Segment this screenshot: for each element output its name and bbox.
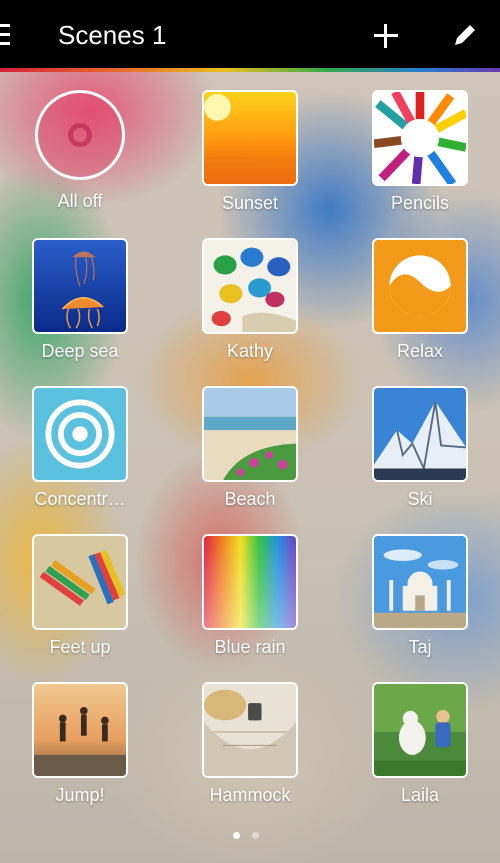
power-off-icon [35, 90, 125, 180]
dog-image [372, 682, 468, 778]
scene-label: Sunset [221, 193, 279, 213]
scene-tile-relax[interactable]: Relax [355, 238, 485, 362]
scene-tile-taj[interactable]: Taj [355, 534, 485, 658]
scene-label: Relax [396, 341, 444, 361]
scene-tile-concentrate[interactable]: Concentr… [15, 386, 145, 510]
mountain-image [372, 386, 468, 482]
scene-tile-sunset[interactable]: Sunset [185, 90, 315, 214]
handprints-image [202, 238, 298, 334]
jellyfish-image [32, 238, 128, 334]
scene-label: Laila [400, 785, 440, 805]
scene-tile-beach[interactable]: Beach [185, 386, 315, 510]
scene-tile-deep-sea[interactable]: Deep sea [15, 238, 145, 362]
scene-label: Ski [407, 489, 433, 509]
scene-label: Concentr… [34, 489, 126, 509]
taj-image [372, 534, 468, 630]
scene-label: Hammock [209, 785, 291, 805]
page-indicator [233, 826, 271, 844]
hammock-image [202, 682, 298, 778]
feet-up-image [32, 534, 128, 630]
scene-tile-all-off[interactable]: All off [15, 90, 145, 212]
relax-icon [372, 238, 468, 334]
scene-label: Deep sea [41, 341, 119, 361]
scene-label: Feet up [49, 637, 111, 657]
scene-label: Beach [224, 489, 276, 509]
scene-label: Blue rain [214, 637, 286, 657]
scene-tile-hammock[interactable]: Hammock [185, 682, 315, 806]
scene-tile-laila[interactable]: Laila [355, 682, 485, 806]
page-dot-active[interactable] [233, 832, 240, 839]
scene-label: Jump! [55, 785, 105, 805]
scene-label: Kathy [226, 341, 274, 361]
scene-tile-ski[interactable]: Ski [355, 386, 485, 510]
beach-image [202, 386, 298, 482]
jump-image [32, 682, 128, 778]
scene-label: All off [57, 191, 103, 211]
concentrate-icon [32, 386, 128, 482]
scene-label: Taj [408, 637, 432, 657]
scene-tile-blue-rain[interactable]: Blue rain [185, 534, 315, 658]
scene-grid: All off Sunset Pencils Deep sea Kathy Re… [0, 0, 500, 863]
pencils-image [372, 90, 468, 186]
page-dot[interactable] [252, 832, 259, 839]
scene-tile-kathy[interactable]: Kathy [185, 238, 315, 362]
scene-tile-feet-up[interactable]: Feet up [15, 534, 145, 658]
scene-tile-pencils[interactable]: Pencils [355, 90, 485, 214]
sunset-image [202, 90, 298, 186]
scene-tile-jump[interactable]: Jump! [15, 682, 145, 806]
rainbow-image [202, 534, 298, 630]
scene-label: Pencils [390, 193, 450, 213]
